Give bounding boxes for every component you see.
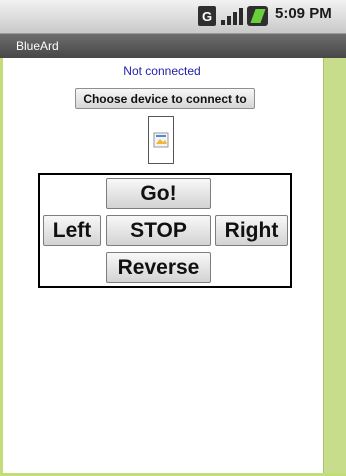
screen-edge-left	[0, 58, 3, 476]
screen-edge-right	[323, 58, 346, 476]
choose-device-button[interactable]: Choose device to connect to	[75, 88, 255, 109]
status-bar: G 5:09 PM	[0, 0, 346, 34]
left-button[interactable]: Left	[43, 215, 101, 246]
connection-status-label: Not connected	[123, 64, 201, 78]
image-placeholder	[148, 116, 174, 164]
drive-control-panel: Go! Left STOP Right Reverse	[38, 173, 292, 288]
reverse-button[interactable]: Reverse	[106, 252, 211, 283]
go-button[interactable]: Go!	[106, 178, 211, 209]
g-network-icon: G	[198, 6, 216, 26]
stop-button[interactable]: STOP	[106, 215, 211, 246]
app-title: BlueArd	[16, 39, 59, 53]
broken-image-icon	[153, 132, 169, 148]
battery-icon	[247, 6, 268, 26]
right-button[interactable]: Right	[215, 215, 288, 246]
app-title-bar: BlueArd	[0, 34, 346, 58]
signal-icon	[221, 6, 243, 26]
clock: 5:09 PM	[275, 5, 332, 22]
